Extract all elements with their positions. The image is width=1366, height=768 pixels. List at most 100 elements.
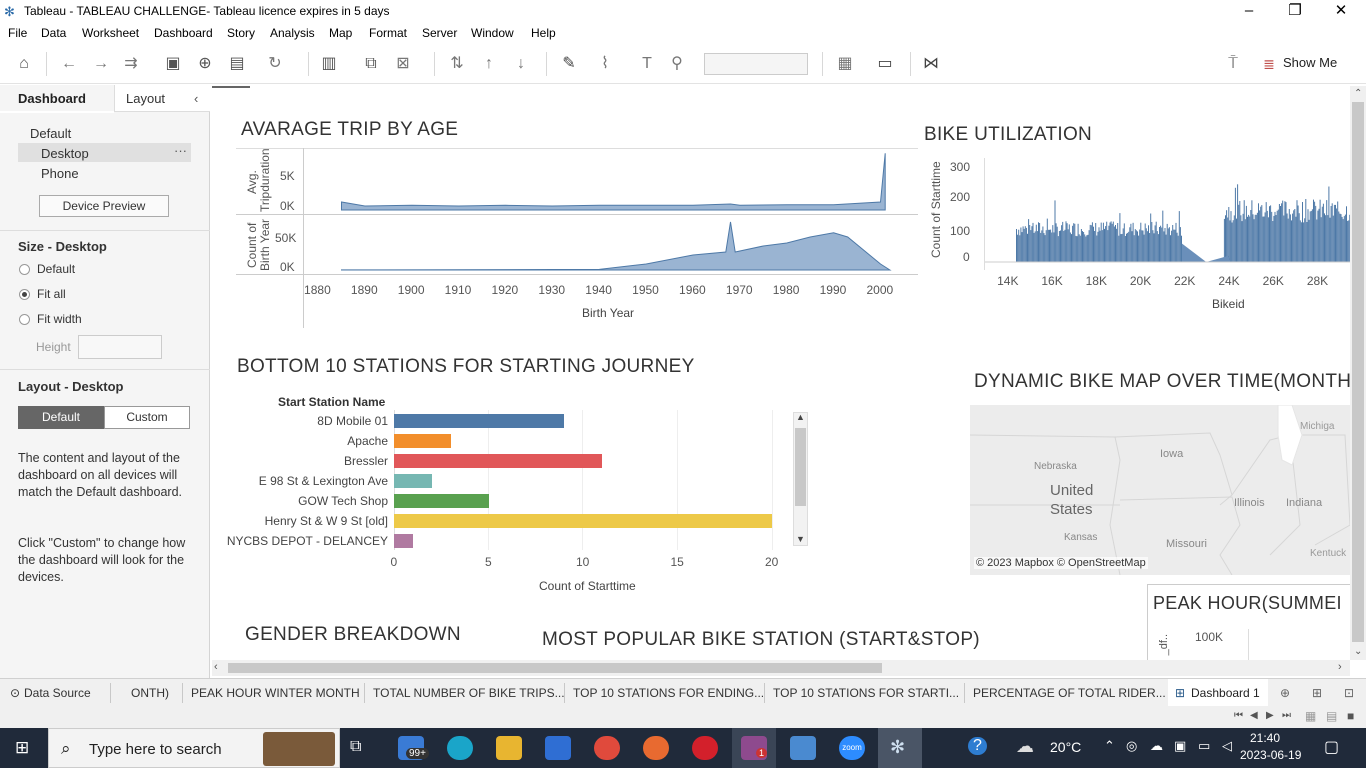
station-bar[interactable] [394, 474, 432, 488]
store-icon[interactable] [545, 736, 571, 760]
map-attribution[interactable]: © 2023 Mapbox © OpenStreetMap [974, 557, 1148, 569]
new-dashboard-tab-icon[interactable]: ⊞ [1312, 686, 1322, 700]
sheet-tab[interactable]: TOP 10 STATIONS FOR STARTI... [773, 686, 959, 700]
menu-data[interactable]: Data [41, 26, 66, 40]
clock-time[interactable]: 21:40 [1250, 731, 1280, 745]
sort-descending-icon[interactable]: ↓ [510, 54, 532, 74]
fit-dropdown[interactable] [704, 53, 808, 75]
tab-dashboard-1[interactable]: Dashboard 1 [1191, 686, 1260, 700]
station-bar[interactable] [394, 514, 772, 528]
station-bar[interactable] [394, 434, 451, 448]
more-icon[interactable]: ··· [174, 143, 187, 158]
layout-custom-button[interactable]: Custom [104, 406, 190, 429]
menu-analysis[interactable]: Analysis [270, 26, 315, 40]
new-data-source-icon[interactable]: ⊕ [194, 54, 216, 74]
redo-icon[interactable]: → [90, 54, 112, 74]
labels-icon[interactable]: T [636, 54, 658, 74]
size-fit-all-radio[interactable] [19, 289, 30, 300]
station-bar[interactable] [394, 494, 489, 508]
first-sheet-icon[interactable]: ⏮ [1234, 710, 1243, 721]
size-default-radio[interactable] [19, 264, 30, 275]
replay-icon[interactable]: ⇉ [120, 54, 142, 74]
mic-icon[interactable]: ◎ [1126, 738, 1137, 754]
height-input[interactable] [78, 335, 162, 359]
device-desktop[interactable]: Desktop [41, 146, 89, 161]
opera-icon[interactable] [692, 736, 718, 760]
weather-icon[interactable]: ☁ [1016, 736, 1034, 757]
device-default[interactable]: Default [30, 126, 71, 141]
menu-format[interactable]: Format [369, 26, 407, 40]
scroll-up-icon[interactable]: ▲ [796, 412, 805, 422]
save-icon[interactable]: ▣ [162, 54, 184, 74]
bar-list-scroll-thumb[interactable] [795, 428, 806, 506]
show-me-button[interactable]: Show Me [1283, 55, 1337, 70]
menu-map[interactable]: Map [329, 26, 352, 40]
minimize-button[interactable]: – [1226, 0, 1272, 22]
menu-dashboard[interactable]: Dashboard [154, 26, 213, 40]
show-cards-icon[interactable]: ▦ [834, 54, 856, 74]
device-phone[interactable]: Phone [41, 166, 79, 181]
help-icon[interactable]: ? [968, 737, 987, 755]
sheet-tab[interactable]: TOTAL NUMBER OF BIKE TRIPS... [373, 686, 565, 700]
tableau-taskbar-icon[interactable]: ✻ [890, 737, 905, 758]
bike-map[interactable]: Michiga Nebraska Iowa United States Illi… [970, 405, 1350, 575]
taskbar-search-box[interactable]: ⌕ Type here to search [48, 728, 340, 768]
new-story-tab-icon[interactable]: ⊡ [1344, 686, 1354, 700]
restore-button[interactable]: ❐ [1272, 0, 1318, 22]
photos-icon[interactable] [790, 736, 816, 760]
show-hidden-icons-icon[interactable]: ⌃ [1104, 738, 1115, 754]
horizontal-scroll-thumb[interactable] [228, 663, 882, 673]
menu-help[interactable]: Help [531, 26, 556, 40]
edge-browser-icon[interactable] [447, 736, 473, 760]
sheet-tab[interactable]: PERCENTAGE OF TOTAL RIDER... [973, 686, 1166, 700]
menu-file[interactable]: File [8, 26, 27, 40]
sheet-tab[interactable]: TOP 10 STATIONS FOR ENDING... [573, 686, 764, 700]
menu-server[interactable]: Server [422, 26, 457, 40]
new-worksheet-tab-icon[interactable]: ⊕ [1280, 686, 1290, 700]
tab-layout[interactable]: Layout [126, 91, 165, 106]
chrome-icon[interactable] [594, 736, 620, 760]
sheet-tab[interactable]: ONTH) [131, 686, 169, 700]
brave-browser-icon[interactable] [643, 736, 669, 760]
undo-icon[interactable]: ← [58, 54, 80, 74]
layout-default-button[interactable]: Default [18, 406, 104, 429]
presentation-mode-icon[interactable]: ▭ [874, 54, 896, 74]
scroll-down-icon[interactable]: ▼ [796, 534, 805, 544]
tab-data-source[interactable]: Data Source [24, 686, 91, 700]
vertical-scroll-thumb[interactable] [1352, 102, 1364, 642]
device-preview-button[interactable]: Device Preview [39, 195, 169, 217]
duplicate-sheet-icon[interactable]: ⧉ [360, 54, 382, 74]
collapse-pane-icon[interactable]: ‹ [194, 91, 198, 106]
clock-date[interactable]: 2023-06-19 [1240, 748, 1301, 762]
new-worksheet-icon[interactable]: ▥ [318, 54, 340, 74]
sheet-sorter-icon[interactable]: ▦ [1305, 709, 1316, 723]
file-explorer-icon[interactable] [496, 736, 522, 760]
pause-updates-icon[interactable]: ▤ [226, 54, 248, 74]
refresh-icon[interactable]: ↻ [264, 54, 286, 74]
fix-axes-icon[interactable]: ⚲ [666, 54, 688, 74]
size-fit-width-radio[interactable] [19, 314, 30, 325]
battery-icon[interactable]: ▭ [1198, 738, 1210, 754]
highlight-icon[interactable]: ✎ [558, 54, 580, 74]
volume-icon[interactable]: ◁ [1222, 738, 1232, 754]
last-sheet-icon[interactable]: ⏭ [1282, 710, 1291, 721]
onedrive-icon[interactable]: ☁ [1150, 738, 1163, 754]
temperature[interactable]: 20°C [1050, 739, 1081, 755]
format-painter-icon[interactable]: ⍑ [1222, 54, 1244, 74]
zoom-icon[interactable]: zoom [839, 736, 865, 760]
network-icon[interactable]: ▣ [1174, 738, 1186, 754]
menu-window[interactable]: Window [471, 26, 514, 40]
vertical-scrollbar[interactable]: ⌃ ⌄ [1350, 86, 1366, 660]
group-icon[interactable]: ⌇ [594, 54, 616, 74]
tab-dashboard[interactable]: Dashboard [18, 91, 86, 106]
notifications-icon[interactable]: ▢ [1324, 737, 1339, 757]
clear-sheet-icon[interactable]: ⊠ [392, 54, 414, 74]
next-sheet-icon[interactable]: ▶ [1266, 710, 1274, 721]
station-bar[interactable] [394, 454, 602, 468]
tabs-view-icon[interactable]: ■ [1347, 709, 1354, 723]
home-icon[interactable]: ⌂ [13, 54, 35, 74]
sheet-tab[interactable]: PEAK HOUR WINTER MONTH [191, 686, 360, 700]
station-bar[interactable] [394, 414, 565, 428]
windows-start-icon[interactable]: ⊞ [15, 738, 29, 758]
swap-icon[interactable]: ⇅ [446, 54, 468, 74]
